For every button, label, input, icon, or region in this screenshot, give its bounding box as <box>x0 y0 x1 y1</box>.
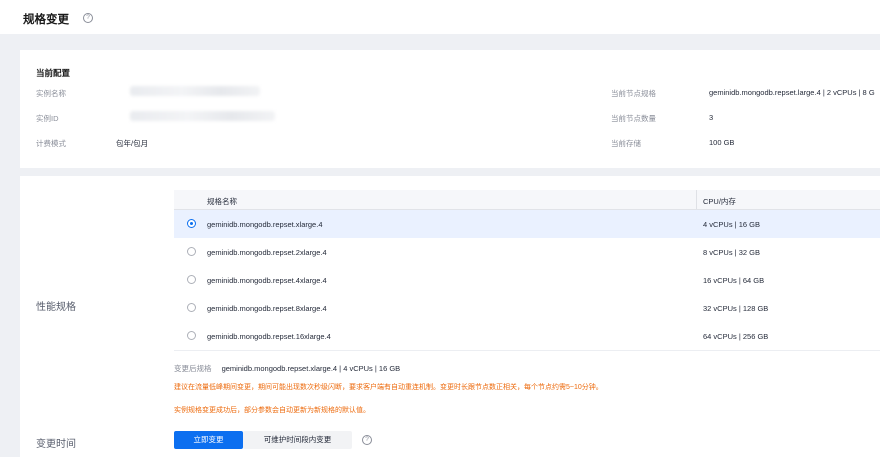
current-config-heading: 当前配置 <box>36 68 71 78</box>
spec-name-cell: geminidb.mongodb.repset.2xlarge.4 <box>207 248 327 257</box>
column-header-cpu-memory: CPU/内存 <box>703 197 736 206</box>
instance-id-value-redacted <box>130 111 275 121</box>
spec-cpu-cell: 32 vCPUs | 128 GB <box>703 304 769 313</box>
node-spec-label: 当前节点规格 <box>611 89 656 98</box>
page-title: 规格变更 <box>23 14 69 26</box>
flash-disconnect-warning: 建议在流量低峰期间变更，期间可能出现数次秒级闪断，要求客户端有自动重连机制。变更… <box>174 384 603 391</box>
instance-name-value-redacted <box>130 86 260 96</box>
spec-name-cell: geminidb.mongodb.repset.16xlarge.4 <box>207 332 331 341</box>
spec-table-header: 规格名称 CPU/内存 <box>174 190 880 210</box>
spec-row[interactable]: geminidb.mongodb.repset.16xlarge.4 64 vC… <box>174 322 880 351</box>
after-change-spec: 变更后规格 geminidb.mongodb.repset.xlarge.4 |… <box>174 363 400 374</box>
spec-row[interactable]: geminidb.mongodb.repset.8xlarge.4 32 vCP… <box>174 294 880 323</box>
spec-row[interactable]: geminidb.mongodb.repset.2xlarge.4 8 vCPU… <box>174 238 880 267</box>
column-header-spec-name: 规格名称 <box>207 197 237 206</box>
after-change-label: 变更后规格 <box>174 364 212 373</box>
after-change-value: geminidb.mongodb.repset.xlarge.4 | 4 vCP… <box>221 364 401 373</box>
column-divider <box>696 190 697 209</box>
spec-row[interactable]: geminidb.mongodb.repset.xlarge.4 4 vCPUs… <box>174 210 880 239</box>
current-config-card <box>20 50 880 168</box>
spec-cpu-cell: 8 vCPUs | 32 GB <box>703 248 760 257</box>
spec-radio[interactable] <box>187 303 196 312</box>
instance-name-label: 实例名称 <box>36 89 66 98</box>
spec-radio[interactable] <box>187 331 196 340</box>
spec-name-cell: geminidb.mongodb.repset.4xlarge.4 <box>207 276 327 285</box>
question-circle-icon[interactable]: ? <box>362 435 372 445</box>
parameter-update-warning: 实例规格变更成功后，部分参数会自动更新为新规格的默认值。 <box>174 407 370 414</box>
node-spec-value: geminidb.mongodb.repset.large.4 | 2 vCPU… <box>709 88 875 97</box>
storage-label: 当前存储 <box>611 139 641 148</box>
spec-radio-selected[interactable] <box>187 219 196 228</box>
change-immediately-button[interactable]: 立即变更 <box>174 431 243 449</box>
change-time-label: 变更时间 <box>36 439 76 450</box>
node-count-value: 3 <box>709 113 714 122</box>
spec-cpu-cell: 4 vCPUs | 16 GB <box>703 220 760 229</box>
change-in-maintenance-window-button[interactable]: 可维护时间段内变更 <box>243 431 352 449</box>
spec-name-cell: geminidb.mongodb.repset.8xlarge.4 <box>207 304 327 313</box>
storage-value: 100 GB <box>709 138 735 147</box>
spec-radio[interactable] <box>187 247 196 256</box>
spec-cpu-cell: 16 vCPUs | 64 GB <box>703 276 765 285</box>
instance-id-label: 实例ID <box>36 114 59 123</box>
billing-mode-label: 计费模式 <box>36 139 66 148</box>
spec-row[interactable]: geminidb.mongodb.repset.4xlarge.4 16 vCP… <box>174 266 880 295</box>
performance-spec-label: 性能规格 <box>36 302 76 313</box>
spec-name-cell: geminidb.mongodb.repset.xlarge.4 <box>207 220 323 229</box>
billing-mode-value: 包年/包月 <box>116 139 149 148</box>
page-header: 规格变更 ? <box>0 0 880 34</box>
question-circle-icon[interactable]: ? <box>83 13 93 23</box>
node-count-label: 当前节点数量 <box>611 114 656 123</box>
spec-cpu-cell: 64 vCPUs | 256 GB <box>703 332 769 341</box>
spec-radio[interactable] <box>187 275 196 284</box>
